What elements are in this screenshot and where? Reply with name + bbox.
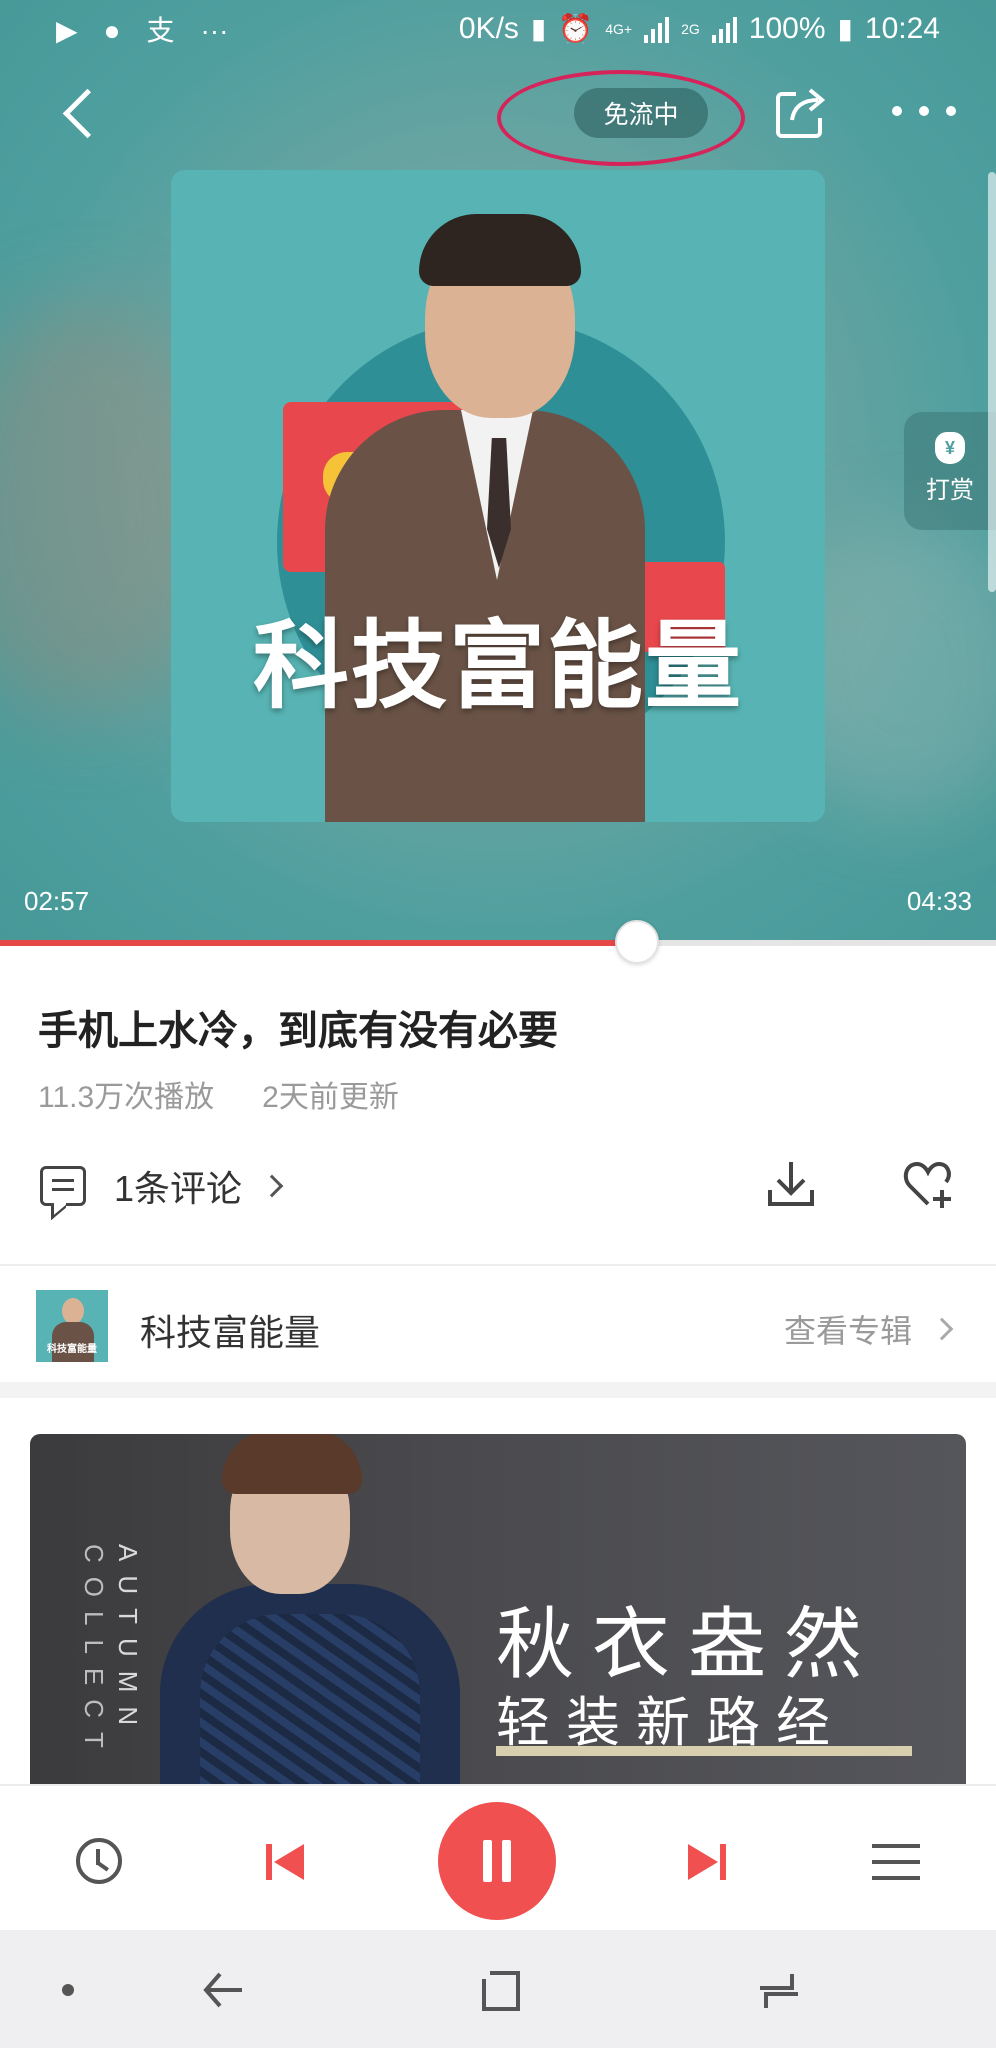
view-album-link[interactable]: 查看专辑 [783,1306,954,1352]
favorite-button[interactable] [902,1160,954,1210]
pause-button[interactable] [438,1802,556,1920]
ad-model-hair [222,1434,362,1494]
thumb-head [62,1298,84,1324]
back-arrow-icon [203,1972,242,2008]
system-navigation-bar [0,1930,996,2048]
player-controls [0,1784,996,1930]
share-icon [776,88,826,138]
more-button[interactable] [892,96,956,126]
wechat-icon: ● [103,15,121,46]
total-time: 04:33 [906,886,972,916]
nav-dot-icon[interactable] [62,1984,74,1996]
alarm-icon: ⏰ [558,13,594,44]
list-line-icon [872,1860,920,1864]
album-row[interactable]: 科技富能量 科技富能量 查看专辑 [0,1266,996,1382]
list-line-icon [872,1876,920,1880]
comment-icon [40,1166,86,1206]
update-time: 2天前更新 [262,1081,399,1114]
playlist-button[interactable] [872,1844,920,1880]
progress-handle[interactable] [615,920,660,964]
sim-icon: ▮ [530,13,547,44]
home-square-icon [482,1971,520,2011]
battery-charging-icon: ▮ [837,13,853,44]
dot-icon [919,106,929,116]
player-hero: ▶ ● 支 ··· 0K/s ▮ ⏰ 4G+ 2G 100% ▮ 10:24 免… [0,0,996,945]
cover-person-hair [419,214,581,286]
list-line-icon [872,1844,920,1848]
ad-model-body [160,1584,460,1784]
thumb-caption: 科技富能量 [47,1344,97,1355]
heart-add-icon [903,1161,951,1208]
signal-icon-2 [711,15,737,43]
back-button[interactable] [60,86,100,140]
network-4g-label: 4G+ [605,21,633,37]
battery-percent: 100% [748,12,826,45]
clock: 10:24 [864,12,940,45]
money-bag-icon [935,432,965,464]
play-notification-icon: ▶ [56,15,78,46]
tip-label: 打赏 [926,477,974,504]
episode-title: 手机上水冷，到底有没有必要 [38,1009,558,1053]
tip-button[interactable]: 打赏 [904,412,996,530]
ad-underline [496,1746,912,1756]
dot-icon [946,106,956,116]
album-thumbnail: 科技富能量 [36,1290,108,1362]
album-name: 科技富能量 [140,1312,321,1353]
play-count: 11.3万次播放 [38,1081,215,1114]
download-icon [768,1162,814,1206]
alipay-icon: 支 [146,15,175,46]
system-home-button[interactable] [480,1970,522,2012]
previous-button[interactable] [264,1842,308,1882]
download-button[interactable] [766,1158,816,1210]
ad-vertical-text-1: AUTUMN [113,1544,143,1740]
status-bar: ▶ ● 支 ··· 0K/s ▮ ⏰ 4G+ 2G 100% ▮ 10:24 [0,0,996,62]
recents-icon [760,1974,798,2008]
side-scroll-indicator [988,172,996,592]
progress-fill [0,940,638,946]
signal-icon [644,15,670,43]
episode-meta: 11.3万次播放 2天前更新 [38,1072,399,1116]
system-recents-button[interactable] [756,1970,802,2012]
current-time: 02:57 [24,886,90,916]
comments-label: 1条评论 [114,1168,243,1209]
progress-bar[interactable] [0,920,996,964]
network-2g-label: 2G [681,21,700,37]
section-gap [0,1382,996,1398]
cover-title: 科技富能量 [253,613,743,720]
history-clock-icon[interactable] [76,1838,122,1884]
skip-previous-icon [266,1844,304,1880]
chevron-right-icon [930,1317,954,1341]
free-data-badge[interactable]: 免流中 [574,88,708,138]
share-button[interactable] [772,84,830,142]
album-cover: 科技富能量 [171,170,825,822]
ad-vertical-text-2: COLLECT [79,1544,109,1762]
dot-icon [892,106,902,116]
chevron-right-icon [260,1174,284,1198]
network-speed: 0K/s [458,12,519,45]
skip-next-icon [688,1844,726,1880]
next-button[interactable] [684,1842,728,1882]
more-notifications-icon: ··· [200,15,229,46]
ad-banner[interactable]: COLLECT AUTUMN 秋衣盎然 轻装新路经 [30,1434,966,1784]
comments-button[interactable]: 1条评论 [40,1160,284,1212]
view-album-label: 查看专辑 [783,1313,912,1349]
system-back-button[interactable] [200,1970,246,2010]
